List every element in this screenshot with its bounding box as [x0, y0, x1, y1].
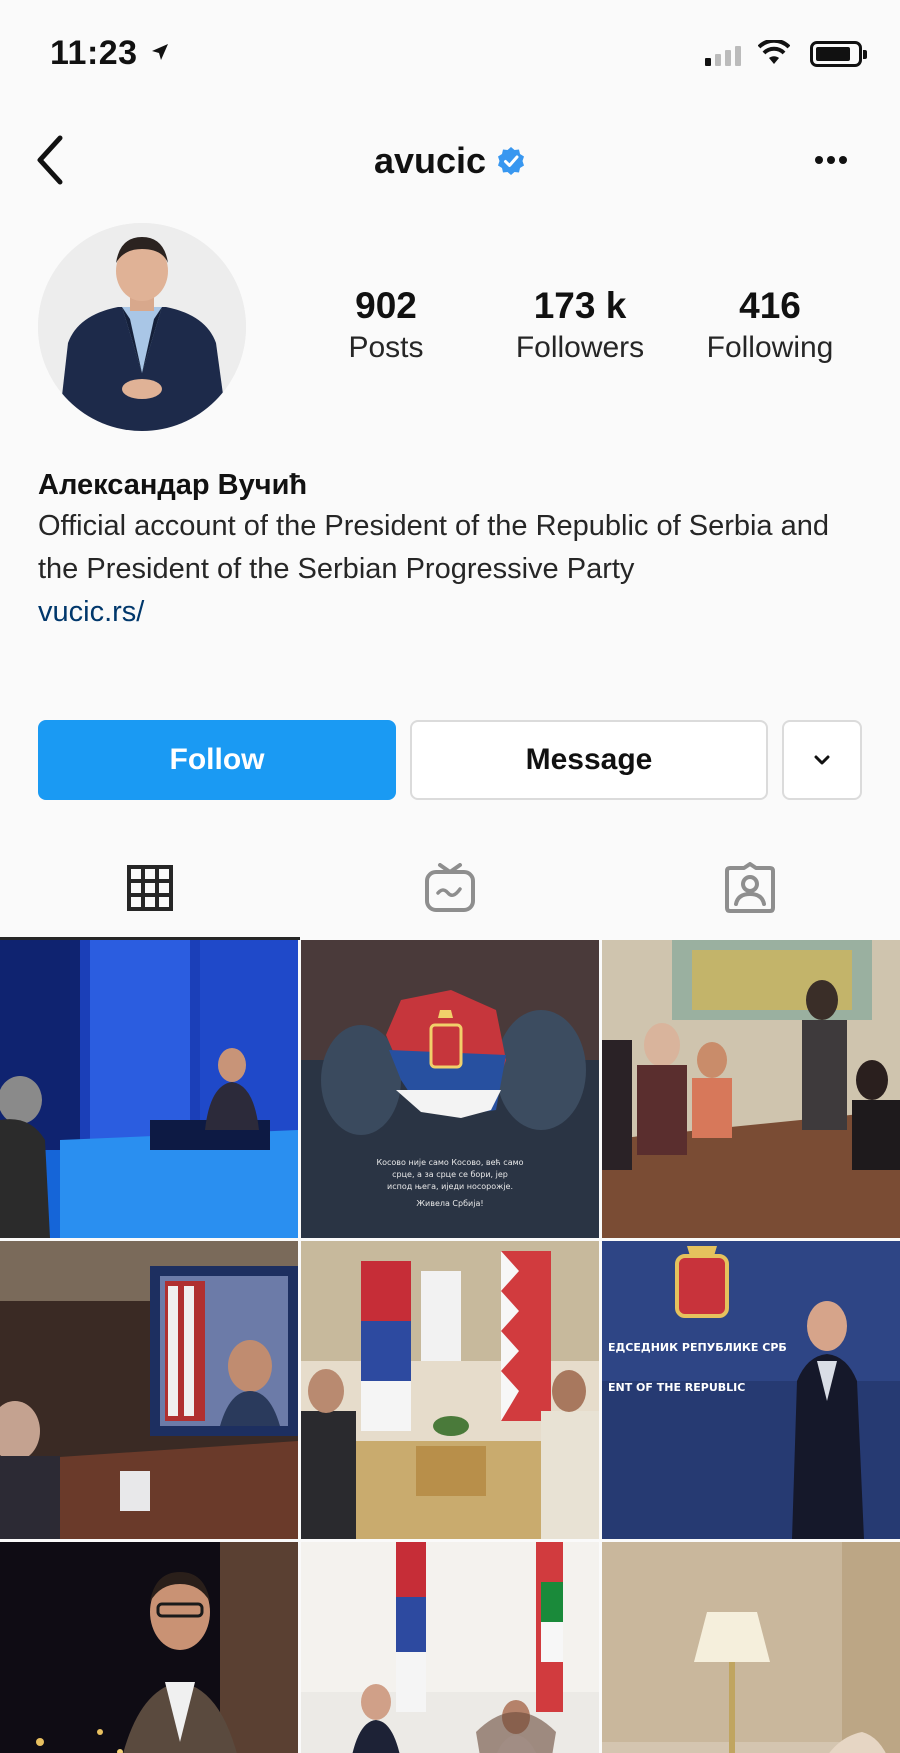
- stat-followers-label: Followers: [515, 331, 645, 364]
- post-image: [0, 1241, 298, 1539]
- status-bar: 11:23: [0, 0, 900, 110]
- chevron-down-icon: [814, 755, 830, 765]
- wifi-icon: [758, 40, 790, 64]
- stat-following[interactable]: 416 Following: [680, 285, 860, 369]
- post-image: Косово није само Косово, већ само срце, …: [301, 940, 599, 1238]
- post-image: [0, 1542, 298, 1753]
- stat-following-label: Following: [706, 331, 834, 364]
- post-image: [0, 940, 298, 1238]
- grid-post-2[interactable]: Косово није само Косово, већ само срце, …: [301, 940, 599, 1238]
- svg-text:испод њега, иједи носорожје.: испод њега, иједи носорожје.: [387, 1182, 513, 1191]
- stat-posts[interactable]: 902 Posts: [296, 285, 476, 369]
- grid-post-9[interactable]: [602, 1542, 900, 1753]
- grid-post-8[interactable]: [301, 1542, 599, 1753]
- post-image: [602, 940, 900, 1238]
- profile-website-link[interactable]: vucic.rs/: [38, 591, 868, 634]
- svg-text:Живела Србија!: Живела Србија!: [416, 1199, 483, 1208]
- verified-badge-icon: [498, 147, 525, 175]
- tagged-person-icon: [725, 862, 775, 913]
- header-username: avucic: [373, 140, 487, 181]
- stat-followers-value: 173 k: [533, 285, 627, 326]
- profile-full-name: Александар Вучић: [38, 469, 308, 501]
- post-image: ЕДСЕДНИК РЕПУБЛИКЕ СРБ ENT OF THE REPUBL…: [602, 1241, 900, 1539]
- stat-posts-label: Posts: [348, 331, 424, 364]
- svg-text:Косово није само Косово, већ с: Косово није само Косово, већ само: [376, 1158, 523, 1167]
- tab-posts-grid[interactable]: [0, 838, 300, 940]
- svg-text:ЕДСЕДНИК РЕПУБЛИКЕ СРБ: ЕДСЕДНИК РЕПУБЛИКЕ СРБ: [608, 1341, 787, 1354]
- stat-following-value: 416: [739, 285, 801, 326]
- battery-icon: [810, 41, 867, 67]
- profile-bio-text: Official account of the President of the…: [38, 510, 830, 585]
- stat-posts-value: 902: [355, 285, 417, 326]
- follow-button[interactable]: Follow: [38, 720, 396, 800]
- avatar-photo: [38, 223, 246, 431]
- grid-post-1[interactable]: [0, 940, 298, 1238]
- post-image: [301, 1241, 599, 1539]
- svg-text:срце, а за срце се бори, јер: срце, а за срце се бори, јер: [392, 1170, 508, 1179]
- grid-post-3[interactable]: [602, 940, 900, 1238]
- cellular-signal-icon: [705, 44, 741, 66]
- tab-tagged[interactable]: [600, 838, 900, 938]
- grid-post-5[interactable]: [301, 1241, 599, 1539]
- posts-grid: Косово није само Косово, већ само срце, …: [0, 940, 900, 1753]
- location-arrow-icon: [152, 44, 168, 60]
- stat-followers[interactable]: 173 k Followers: [490, 285, 670, 369]
- message-button[interactable]: Message: [410, 720, 768, 800]
- post-image: [301, 1542, 599, 1753]
- svg-text:ENT OF THE REPUBLIC: ENT OF THE REPUBLIC: [608, 1381, 745, 1394]
- grid-post-4[interactable]: [0, 1241, 298, 1539]
- tab-igtv[interactable]: [300, 838, 600, 938]
- grid-icon: [127, 865, 173, 911]
- header-username-wrap: avucic: [0, 140, 900, 182]
- profile-tabs: [0, 838, 900, 940]
- profile-bio: Александар Вучић Official account of the…: [38, 465, 868, 634]
- grid-post-7[interactable]: [0, 1542, 298, 1753]
- post-image: [602, 1542, 900, 1753]
- suggested-accounts-button[interactable]: [782, 720, 862, 800]
- status-time: 11:23: [50, 34, 138, 72]
- profile-avatar[interactable]: [38, 223, 246, 431]
- igtv-icon: [425, 863, 475, 912]
- more-options-icon[interactable]: [806, 138, 856, 178]
- grid-post-6[interactable]: ЕДСЕДНИК РЕПУБЛИКЕ СРБ ENT OF THE REPUBL…: [602, 1241, 900, 1539]
- profile-header: avucic: [0, 120, 900, 200]
